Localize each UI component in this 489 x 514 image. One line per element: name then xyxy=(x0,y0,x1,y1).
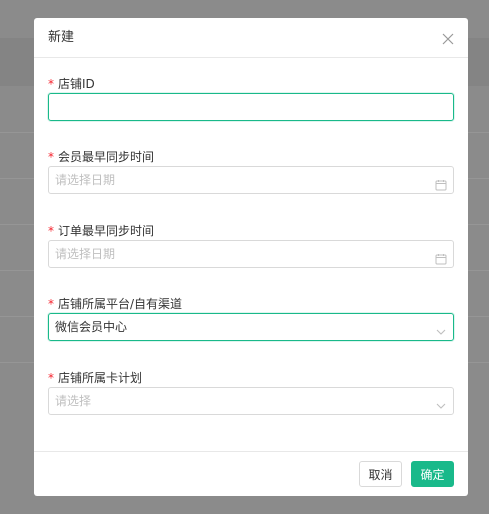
platform-channel-field: * 店铺所属平台/自有渠道 微信会员中心 xyxy=(48,297,454,341)
chevron-down-icon xyxy=(435,321,447,335)
member-sync-date-label: * 会员最早同步时间 xyxy=(48,150,155,164)
shop-id-input[interactable] xyxy=(48,93,454,121)
order-sync-date-placeholder: 请选择日期 xyxy=(55,247,116,261)
cancel-button[interactable]: 取消 xyxy=(359,461,402,487)
required-mark: * xyxy=(48,150,54,164)
member-sync-date-field: * 会员最早同步时间 请选择日期 xyxy=(48,150,454,194)
platform-channel-value: 微信会员中心 xyxy=(55,320,128,334)
calendar-icon xyxy=(435,174,447,191)
calendar-icon xyxy=(435,248,447,265)
member-sync-date-placeholder: 请选择日期 xyxy=(55,173,116,187)
dialog-title: 新建 xyxy=(48,30,75,45)
dialog-footer: 取消 确定 xyxy=(34,451,468,497)
card-plan-select[interactable]: 请选择 xyxy=(48,387,454,415)
order-sync-date-label: * 订单最早同步时间 xyxy=(48,224,155,238)
card-plan-placeholder: 请选择 xyxy=(55,394,92,408)
shop-id-field: * 店铺ID xyxy=(48,77,454,121)
order-sync-date-picker[interactable]: 请选择日期 xyxy=(48,240,454,268)
required-mark: * xyxy=(48,371,54,385)
ok-button[interactable]: 确定 xyxy=(411,461,454,487)
card-plan-field: * 店铺所属卡计划 请选择 xyxy=(48,371,454,415)
member-sync-date-picker[interactable]: 请选择日期 xyxy=(48,166,454,194)
create-dialog: 新建 * 店铺ID * 会员最早同步时间 请选择日期 * 订单最早同步时间 请选择 xyxy=(34,18,468,496)
close-icon[interactable] xyxy=(441,31,455,45)
required-mark: * xyxy=(48,77,54,91)
shop-id-label: * 店铺ID xyxy=(48,77,95,91)
required-mark: * xyxy=(48,224,54,238)
dialog-header: 新建 xyxy=(34,18,468,58)
platform-channel-label: * 店铺所属平台/自有渠道 xyxy=(48,297,183,311)
card-plan-label: * 店铺所属卡计划 xyxy=(48,371,143,385)
chevron-down-icon xyxy=(435,395,447,409)
platform-channel-select[interactable]: 微信会员中心 xyxy=(48,313,454,341)
order-sync-date-field: * 订单最早同步时间 请选择日期 xyxy=(48,224,454,268)
required-mark: * xyxy=(48,297,54,311)
